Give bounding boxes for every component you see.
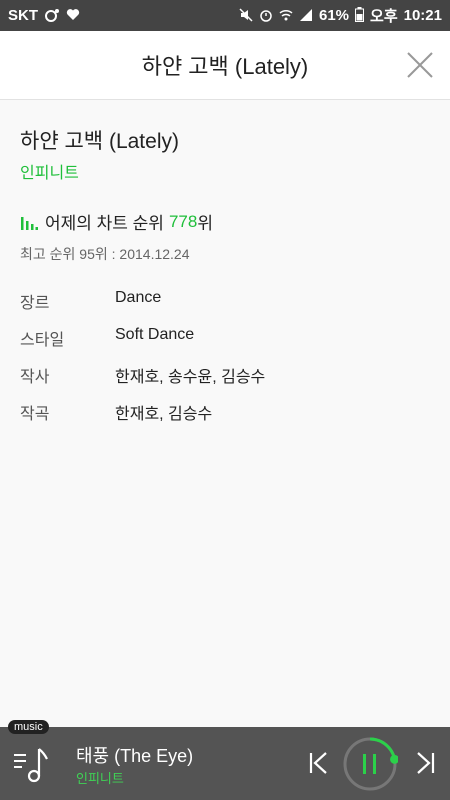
close-icon [407, 52, 433, 78]
clock: 10:21 [403, 7, 442, 24]
now-playing-artist[interactable]: 인피니트 [76, 768, 124, 787]
battery-percent: 61% [318, 7, 350, 24]
chart-rank-line: 어제의 차트 순위 778 위 [20, 209, 213, 234]
detail-value: 한재호, 김승수 [115, 406, 213, 423]
music-badge: music [8, 720, 49, 734]
mute-icon [239, 7, 253, 24]
detail-value: Soft Dance [115, 326, 195, 343]
previous-button[interactable] [306, 749, 334, 777]
pause-icon [343, 737, 400, 791]
alarm-icon [259, 8, 273, 24]
status-bar: SKT 61% 오후 10:21 [0, 0, 450, 31]
heart-icon [66, 8, 80, 23]
battery-icon [355, 7, 365, 24]
page-title: 하얀 고백 (Lately) [141, 54, 309, 79]
mini-player[interactable]: music 태풍 (The Eye) 인피니트 [0, 720, 450, 800]
carrier-label: SKT [8, 7, 38, 24]
song-title: 하얀 고백 (Lately) [20, 130, 179, 153]
signal-icon [299, 8, 313, 24]
chart-bars-icon [21, 216, 38, 230]
header-bar: 하얀 고백 (Lately) [0, 31, 450, 100]
next-icon [417, 752, 435, 774]
wifi-icon [279, 8, 293, 24]
chart-rank-value: 778 [168, 211, 198, 231]
best-rank: 최고 순위 95위 : 2014.12.24 [20, 246, 190, 262]
artist-link[interactable]: 인피니트 [20, 159, 79, 183]
pause-button[interactable] [342, 736, 400, 792]
playlist-music-icon [14, 748, 48, 783]
detail-label: 스타일 [20, 332, 65, 349]
detail-label: 작사 [20, 369, 50, 386]
playlist-button[interactable] [12, 743, 52, 785]
chart-rank-prefix: 어제의 차트 순위 [45, 214, 164, 233]
close-button[interactable] [404, 49, 436, 81]
chart-rank-unit: 위 [197, 214, 213, 233]
detail-value: Dance [115, 289, 162, 306]
notification-icon [44, 8, 60, 24]
detail-value: 한재호, 송수윤, 김승수 [115, 369, 266, 386]
detail-label: 작곡 [20, 406, 50, 423]
detail-label: 장르 [20, 295, 50, 312]
ampm-label: 오후 [370, 8, 398, 25]
now-playing-title[interactable]: 태풍 (The Eye) [76, 742, 193, 768]
previous-icon [309, 752, 327, 774]
next-button[interactable] [410, 749, 438, 777]
